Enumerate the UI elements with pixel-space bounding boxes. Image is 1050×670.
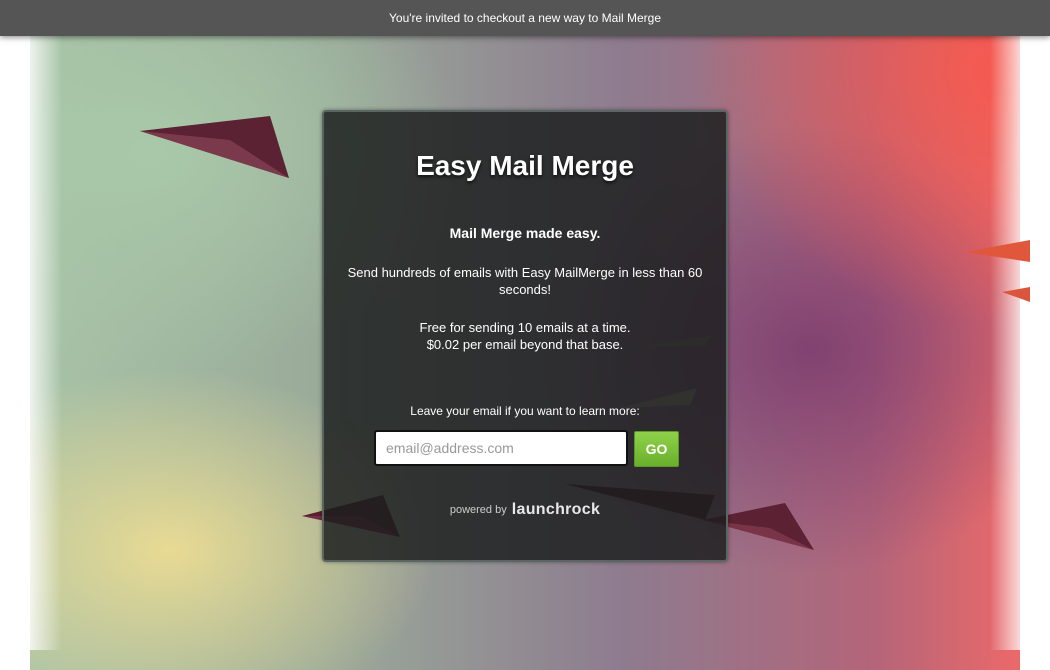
paper-plane-right-1	[965, 240, 1030, 262]
pricing-free-tier: Free for sending 10 emails at a time.	[419, 320, 631, 335]
page-title: Easy Mail Merge	[416, 150, 634, 181]
powered-by-footer[interactable]: powered by launchrock	[324, 501, 726, 519]
signup-prompt: Leave your email if you want to learn mo…	[410, 404, 640, 418]
description-text: Send hundreds of emails with Easy MailMe…	[347, 265, 703, 297]
go-button[interactable]: GO	[634, 431, 679, 467]
paper-plane-top-left	[140, 116, 289, 178]
pricing-per-email: $0.02 per email beyond that base.	[426, 337, 624, 352]
paper-plane-right-2	[1002, 287, 1030, 302]
pricing-info: Free for sending 10 emails at a time. $0…	[324, 319, 726, 353]
invite-banner: You're invited to checkout a new way to …	[0, 0, 1050, 36]
email-input[interactable]	[374, 430, 628, 466]
invite-banner-text: You're invited to checkout a new way to …	[389, 11, 661, 25]
launchrock-logo[interactable]: launchrock	[512, 501, 600, 518]
tagline: Mail Merge made easy.	[449, 225, 601, 241]
powered-by-label: powered by	[449, 504, 507, 516]
signup-card: Easy Mail Merge Mail Merge made easy. Se…	[322, 110, 728, 562]
